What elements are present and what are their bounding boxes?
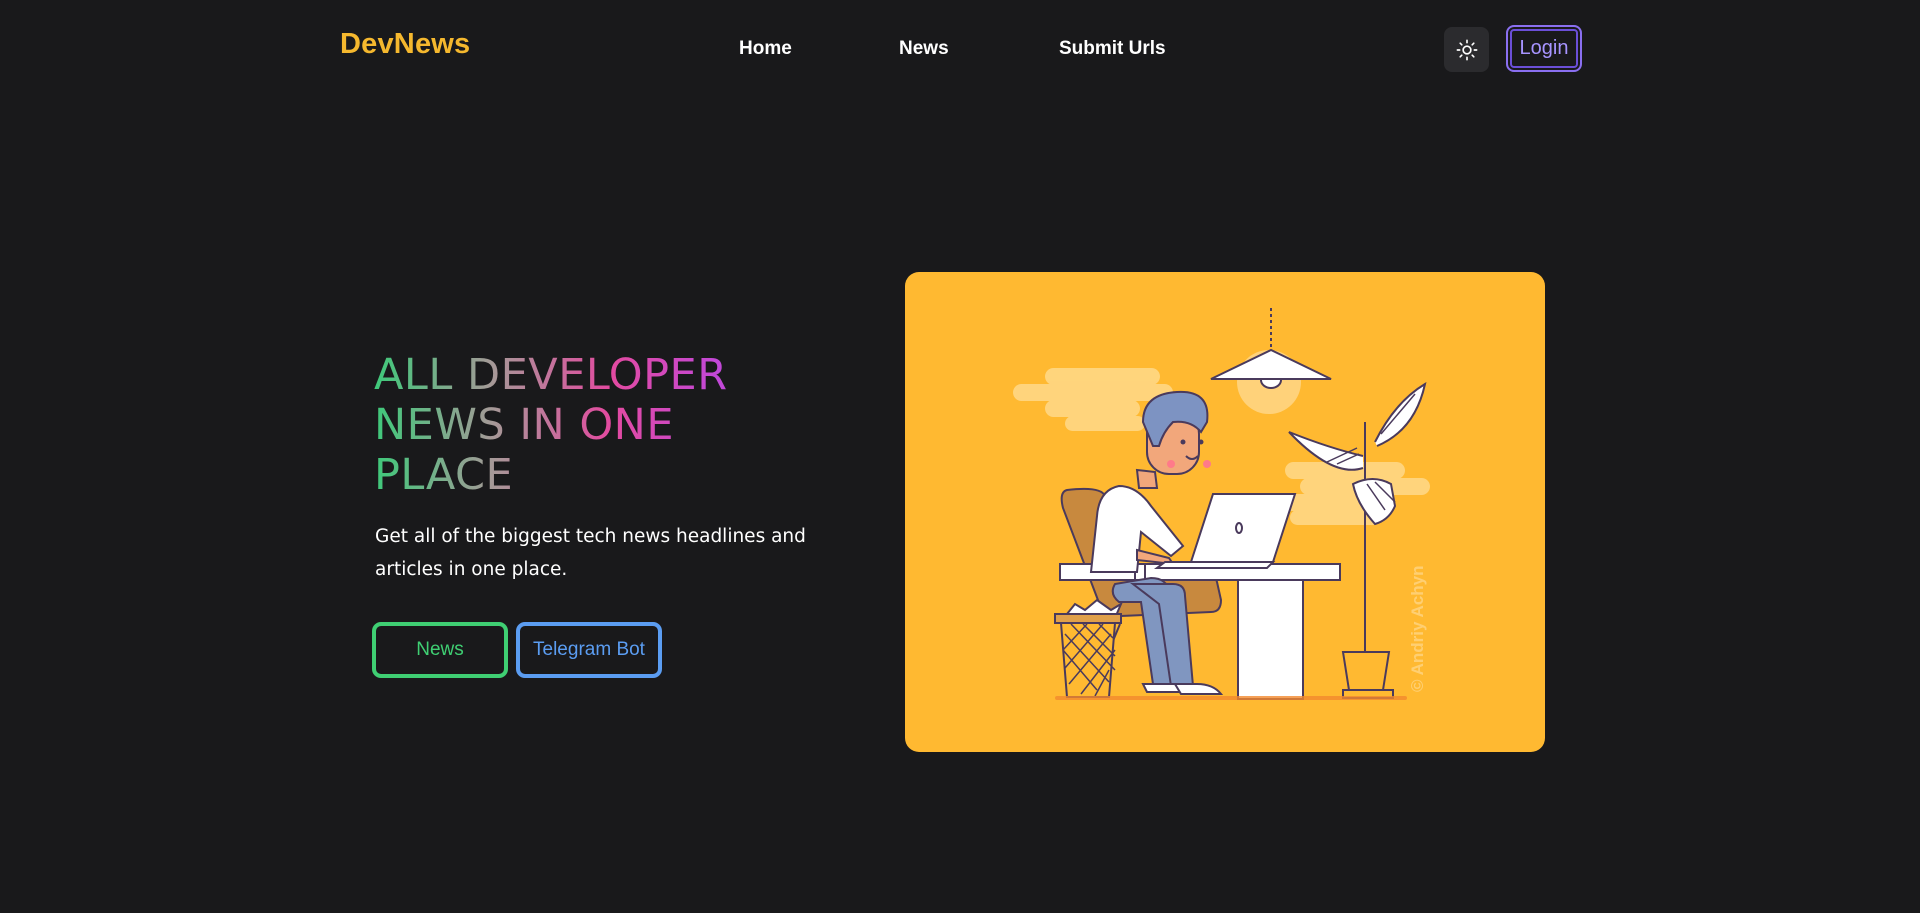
sun-icon (1456, 39, 1477, 60)
telegram-bot-button[interactable]: Telegram Bot (516, 622, 662, 678)
hero-subtitle: Get all of the biggest tech news headlin… (375, 526, 806, 580)
floor-line (1055, 696, 1407, 700)
hero-title: ALL DEVELOPER NEWS IN ONE PLACE (374, 350, 804, 500)
person-torso (1089, 484, 1185, 573)
nav-submit-urls[interactable]: Submit Urls (1059, 38, 1166, 60)
nav-home[interactable]: Home (739, 38, 792, 60)
hero-illustration: © Andriy Achyn (905, 272, 1545, 752)
page: DevNews Home News Submit Urls Login ALL … (0, 0, 1920, 913)
login-button[interactable]: Login (1506, 25, 1582, 72)
plant-icon (1288, 381, 1427, 699)
theme-toggle-button[interactable] (1444, 27, 1489, 72)
person-head (1135, 390, 1211, 489)
illustration-watermark: © Andriy Achyn (1408, 565, 1427, 692)
lamp-icon (1210, 308, 1332, 389)
laptop-icon (1154, 493, 1297, 569)
brand-logo[interactable]: DevNews (340, 28, 470, 61)
nav-news[interactable]: News (899, 38, 949, 60)
trash-can-icon (1054, 598, 1124, 698)
news-button[interactable]: News (372, 622, 508, 678)
